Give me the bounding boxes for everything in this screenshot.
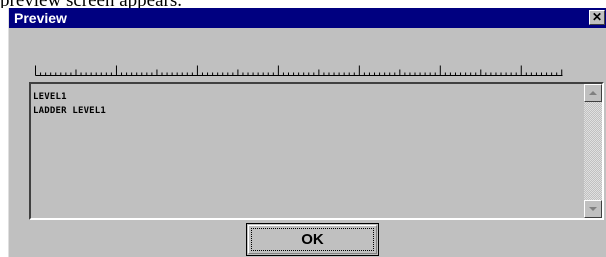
scroll-track[interactable] bbox=[584, 102, 602, 200]
preview-dialog: Preview ✕ LEVEL1 LADDER LEVEL1 OK bbox=[8, 8, 606, 257]
ok-label: OK bbox=[301, 231, 324, 248]
close-icon: ✕ bbox=[591, 10, 603, 24]
scroll-up-arrow-icon bbox=[589, 91, 597, 95]
close-button[interactable]: ✕ bbox=[589, 10, 605, 25]
ruler-ticks bbox=[35, 65, 563, 76]
scroll-up-button[interactable] bbox=[584, 84, 602, 102]
scroll-down-button[interactable] bbox=[584, 200, 602, 218]
dialog-title: Preview bbox=[14, 10, 67, 26]
ruler bbox=[35, 65, 563, 76]
preview-text: LEVEL1 LADDER LEVEL1 bbox=[33, 90, 106, 118]
caption-text: preview screen appears. bbox=[0, 0, 182, 8]
title-bar: Preview ✕ bbox=[9, 8, 606, 28]
vertical-scrollbar[interactable] bbox=[584, 84, 602, 218]
preview-line: LADDER LEVEL1 bbox=[33, 106, 107, 116]
page-caption: preview screen appears. bbox=[0, 0, 606, 8]
preview-text-area[interactable]: LEVEL1 LADDER LEVEL1 bbox=[29, 82, 604, 220]
ok-button[interactable]: OK bbox=[246, 223, 379, 256]
preview-line: LEVEL1 bbox=[33, 92, 67, 102]
scroll-down-arrow-icon bbox=[589, 207, 597, 211]
